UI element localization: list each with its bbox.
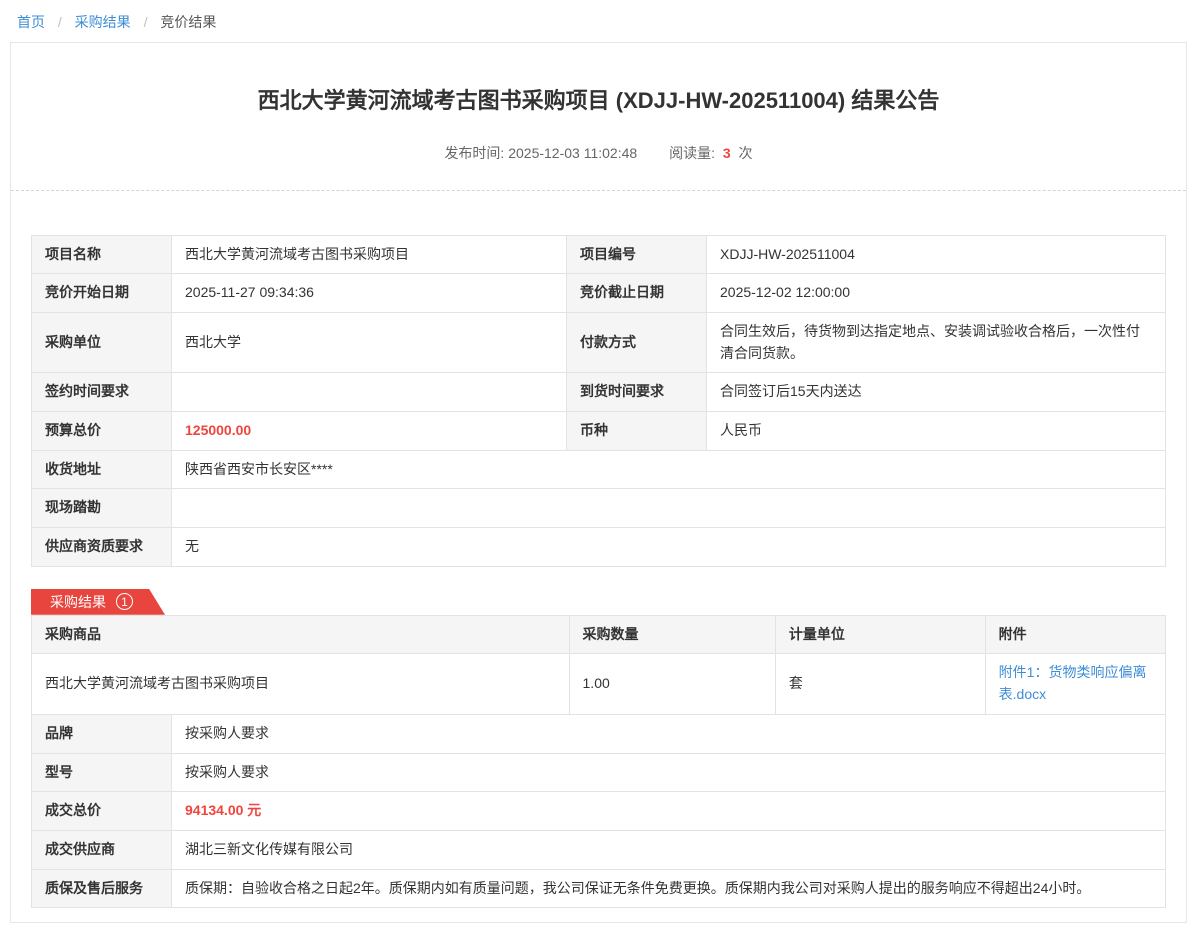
table-row: 成交供应商 湖北三新文化传媒有限公司 [32, 830, 1166, 869]
publish-time-value: 2025-12-03 11:02:48 [508, 145, 637, 161]
info-label: 采购单位 [32, 312, 172, 372]
attachment-link[interactable]: 附件1：货物类响应偏离表.docx [999, 664, 1147, 702]
info-value: 合同签订后15天内送达 [707, 373, 1166, 412]
budget-total-value: 125000.00 [172, 412, 567, 451]
breadcrumb-current: 竞价结果 [160, 14, 216, 30]
info-label: 现场踏勘 [32, 489, 172, 528]
detail-value: 湖北三新文化传媒有限公司 [172, 830, 1166, 869]
table-row: 品牌 按采购人要求 [32, 714, 1166, 753]
table-row: 采购单位 西北大学 付款方式 合同生效后，待货物到达指定地点、安装调试验收合格后… [32, 312, 1166, 372]
info-label: 项目编号 [567, 235, 707, 274]
info-value: 2025-11-27 09:34:36 [172, 274, 567, 313]
breadcrumb-section-link[interactable]: 采购结果 [75, 14, 131, 30]
read-count-value: 3 [723, 145, 731, 161]
info-label: 币种 [567, 412, 707, 451]
read-count: 阅读量: 3 次 [669, 145, 752, 161]
result-badge: 采购结果 1 [31, 589, 165, 615]
table-row: 供应商资质要求 无 [32, 528, 1166, 567]
info-label: 竞价开始日期 [32, 274, 172, 313]
content-area: 项目名称 西北大学黄河流域考古图书采购项目 项目编号 XDJJ-HW-20251… [11, 191, 1186, 909]
table-row: 成交总价 94134.00 元 [32, 792, 1166, 831]
column-header-unit: 计量单位 [775, 615, 985, 654]
info-value: 西北大学黄河流域考古图书采购项目 [172, 235, 567, 274]
info-label: 项目名称 [32, 235, 172, 274]
result-badge-label: 采购结果 [50, 592, 106, 612]
read-count-unit: 次 [739, 145, 753, 161]
column-header-product: 采购商品 [32, 615, 570, 654]
detail-value: 质保期：自验收合格之日起2年。质保期内如有质量问题，我公司保证无条件免费更换。质… [172, 869, 1166, 908]
info-label: 付款方式 [567, 312, 707, 372]
table-row: 竞价开始日期 2025-11-27 09:34:36 竞价截止日期 2025-1… [32, 274, 1166, 313]
info-value: 合同生效后，待货物到达指定地点、安装调试验收合格后，一次性付清合同货款。 [707, 312, 1166, 372]
detail-label: 成交总价 [32, 792, 172, 831]
detail-label: 成交供应商 [32, 830, 172, 869]
column-header-attachment: 附件 [985, 615, 1165, 654]
info-value [172, 489, 1166, 528]
result-badge-number: 1 [116, 593, 133, 610]
detail-value: 按采购人要求 [172, 753, 1166, 792]
table-row: 签约时间要求 到货时间要求 合同签订后15天内送达 [32, 373, 1166, 412]
table-row: 预算总价 125000.00 币种 人民币 [32, 412, 1166, 451]
table-row: 项目名称 西北大学黄河流域考古图书采购项目 项目编号 XDJJ-HW-20251… [32, 235, 1166, 274]
publish-time-label: 发布时间: [444, 145, 504, 161]
info-label: 到货时间要求 [567, 373, 707, 412]
info-label: 签约时间要求 [32, 373, 172, 412]
table-row: 质保及售后服务 质保期：自验收合格之日起2年。质保期内如有质量问题，我公司保证无… [32, 869, 1166, 908]
detail-label: 质保及售后服务 [32, 869, 172, 908]
result-section-header: 采购结果 1 [31, 589, 1166, 615]
info-value: 无 [172, 528, 1166, 567]
product-quantity: 1.00 [569, 654, 775, 714]
detail-value: 按采购人要求 [172, 714, 1166, 753]
product-name: 西北大学黄河流域考古图书采购项目 [32, 654, 570, 714]
column-header-quantity: 采购数量 [569, 615, 775, 654]
breadcrumb: 首页 / 采购结果 / 竞价结果 [0, 0, 1197, 42]
announcement-meta: 发布时间: 2025-12-03 11:02:48 阅读量: 3 次 [11, 143, 1186, 163]
detail-label: 型号 [32, 753, 172, 792]
info-label: 收货地址 [32, 450, 172, 489]
detail-label: 品牌 [32, 714, 172, 753]
info-label: 竞价截止日期 [567, 274, 707, 313]
info-label: 预算总价 [32, 412, 172, 451]
table-row: 西北大学黄河流域考古图书采购项目 1.00 套 附件1：货物类响应偏离表.doc… [32, 654, 1166, 714]
info-value: 西北大学 [172, 312, 567, 372]
result-detail-table: 品牌 按采购人要求 型号 按采购人要求 成交总价 94134.00 元 成交供应… [31, 714, 1166, 908]
info-value: 陕西省西安市长安区**** [172, 450, 1166, 489]
result-table: 采购商品 采购数量 计量单位 附件 西北大学黄河流域考古图书采购项目 1.00 … [31, 615, 1166, 715]
table-row: 型号 按采购人要求 [32, 753, 1166, 792]
info-value [172, 373, 567, 412]
table-header-row: 采购商品 采购数量 计量单位 附件 [32, 615, 1166, 654]
info-value: 2025-12-02 12:00:00 [707, 274, 1166, 313]
announcement-card: 西北大学黄河流域考古图书采购项目 (XDJJ-HW-202511004) 结果公… [10, 42, 1187, 923]
breadcrumb-separator: / [58, 14, 62, 30]
breadcrumb-home-link[interactable]: 首页 [17, 14, 45, 30]
publish-time: 发布时间: 2025-12-03 11:02:48 [444, 145, 641, 161]
info-label: 供应商资质要求 [32, 528, 172, 567]
table-row: 收货地址 陕西省西安市长安区**** [32, 450, 1166, 489]
project-info-table: 项目名称 西北大学黄河流域考古图书采购项目 项目编号 XDJJ-HW-20251… [31, 235, 1166, 567]
table-row: 现场踏勘 [32, 489, 1166, 528]
product-unit: 套 [775, 654, 985, 714]
deal-total-price: 94134.00 元 [172, 792, 1166, 831]
info-value: 人民币 [707, 412, 1166, 451]
read-count-label: 阅读量: [669, 145, 715, 161]
breadcrumb-separator: / [144, 14, 148, 30]
page-title: 西北大学黄河流域考古图书采购项目 (XDJJ-HW-202511004) 结果公… [71, 87, 1126, 116]
info-value: XDJJ-HW-202511004 [707, 235, 1166, 274]
